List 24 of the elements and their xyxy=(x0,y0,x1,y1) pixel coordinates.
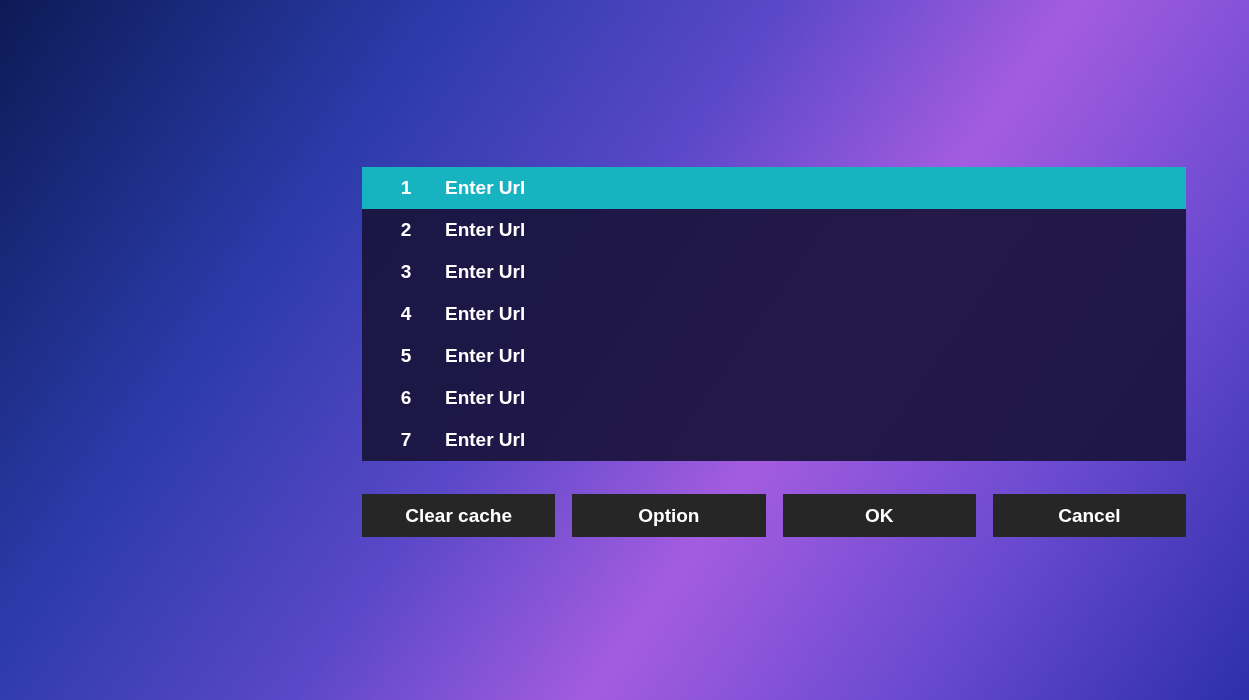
dialog-button[interactable]: OK xyxy=(782,494,976,537)
url-label: Enter Url xyxy=(445,429,526,451)
url-list-item[interactable]: 2 Enter Url xyxy=(362,209,1186,251)
row-number: 5 xyxy=(399,345,413,367)
row-number: 4 xyxy=(399,303,413,325)
url-list-item[interactable]: 5 Enter Url xyxy=(362,335,1186,377)
row-number: 7 xyxy=(399,429,413,451)
url-label: Enter Url xyxy=(445,387,526,409)
url-label: Enter Url xyxy=(445,303,526,325)
dialog-button[interactable]: Option xyxy=(572,494,766,537)
url-label: Enter Url xyxy=(445,261,526,283)
url-list-item[interactable]: 3 Enter Url xyxy=(362,251,1186,293)
row-number: 2 xyxy=(399,219,413,241)
url-list-item[interactable]: 6 Enter Url xyxy=(362,377,1186,419)
url-label: Enter Url xyxy=(445,177,526,199)
url-label: Enter Url xyxy=(445,345,526,367)
url-list-item[interactable]: 7 Enter Url xyxy=(362,419,1186,461)
dialog-button[interactable]: Clear cache xyxy=(362,494,556,537)
row-number: 6 xyxy=(399,387,413,409)
url-list-item[interactable]: 4 Enter Url xyxy=(362,293,1186,335)
dialog-button[interactable]: Cancel xyxy=(992,494,1186,537)
url-label: Enter Url xyxy=(445,219,526,241)
row-number: 3 xyxy=(399,261,413,283)
row-number: 1 xyxy=(399,177,413,199)
